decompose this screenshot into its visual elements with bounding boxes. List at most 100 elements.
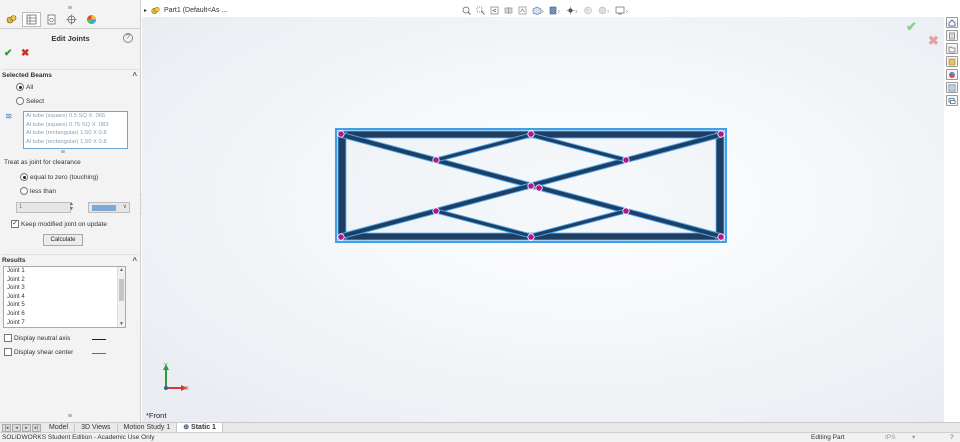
appearances-icon[interactable]	[946, 69, 958, 80]
scroll-thumb[interactable]	[119, 279, 124, 301]
results-list[interactable]: Joint 1 Joint 2 Joint 3 Joint 4 Joint 5 …	[3, 266, 126, 328]
display-style-icon[interactable]	[549, 6, 561, 15]
prev-tab-arrow-icon[interactable]: ◂	[12, 424, 21, 432]
radio-all-button[interactable]	[16, 83, 24, 91]
section-view-icon[interactable]	[504, 6, 513, 15]
display-manager-tab[interactable]	[82, 12, 101, 27]
joint-marker[interactable]	[337, 233, 345, 241]
help-button[interactable]: ?	[123, 33, 133, 43]
forum-icon[interactable]	[946, 95, 958, 106]
unit-system-selector[interactable]: IPS	[885, 433, 895, 442]
edit-appearance-icon[interactable]	[583, 6, 593, 15]
tab-static-1[interactable]: ⊕ Static 1	[177, 423, 223, 432]
apply-scene-icon[interactable]	[598, 6, 610, 15]
joint-marker[interactable]	[717, 233, 725, 241]
clearance-value-input[interactable]: 1	[16, 202, 71, 213]
joint-marker[interactable]	[432, 156, 440, 164]
radio-select[interactable]: Select	[16, 97, 44, 105]
selected-beams-header[interactable]: Selected Beams ^	[2, 69, 139, 80]
right-post-beam[interactable]	[715, 130, 725, 241]
collapse-chevron-icon[interactable]: ^	[132, 256, 137, 265]
joint-marker[interactable]	[337, 130, 345, 138]
shear-center-row[interactable]: Display shear center	[4, 348, 73, 356]
joint-marker[interactable]	[622, 156, 630, 164]
feature-tree-flyout[interactable]: ▸ Part1 (Default<As ...	[144, 6, 227, 15]
zoom-to-area-icon[interactable]	[476, 6, 485, 15]
neutral-axis-checkbox[interactable]	[4, 334, 12, 342]
zoom-to-fit-icon[interactable]	[462, 6, 471, 15]
joint-marker[interactable]	[717, 130, 725, 138]
left-post-beam[interactable]	[337, 130, 347, 241]
cancel-button[interactable]: ✖	[21, 48, 29, 59]
hide-show-items-icon[interactable]	[566, 6, 578, 15]
tab-model[interactable]: Model	[43, 423, 76, 432]
part-icon	[151, 6, 160, 15]
view-palette-icon[interactable]	[946, 56, 958, 67]
list-item[interactable]: Al tube (square) 0.75 SQ X .083	[24, 121, 127, 130]
neutral-axis-row[interactable]: Display neutral axis	[4, 334, 70, 342]
list-item[interactable]: Joint 4	[4, 293, 125, 302]
dynamic-annotation-icon[interactable]	[518, 6, 527, 15]
clearance-spinner[interactable]: ▲ ▼	[68, 202, 75, 213]
radio-equal-zero-button[interactable]	[20, 173, 28, 181]
radio-less-than-button[interactable]	[20, 187, 28, 195]
help-icon[interactable]: ?	[950, 433, 954, 442]
tab-3d-views[interactable]: 3D Views	[75, 423, 118, 432]
shear-center-checkbox[interactable]	[4, 348, 12, 356]
radio-less-than[interactable]: less than	[20, 187, 56, 195]
panel-resize-handle[interactable]	[68, 6, 72, 9]
selected-beams-list[interactable]: Al tube (square) 0.5 SQ X .065 Al tube (…	[23, 111, 128, 149]
radio-select-button[interactable]	[16, 97, 24, 105]
radio-equal-zero[interactable]: equal to zero (touching)	[20, 173, 98, 181]
previous-view-icon[interactable]	[490, 6, 499, 15]
confirm-cancel-icon[interactable]: ✖	[928, 33, 939, 49]
expand-arrow-icon[interactable]: ▸	[144, 7, 147, 14]
tab-motion-study-1[interactable]: Motion Study 1	[118, 423, 178, 432]
status-menu-arrow[interactable]: ▾	[912, 433, 915, 442]
list-item[interactable]: Joint 2	[4, 276, 125, 285]
list-item[interactable]: Joint 3	[4, 284, 125, 293]
resources-icon[interactable]	[946, 30, 958, 41]
last-tab-arrow-icon[interactable]: ▸|	[32, 424, 41, 432]
joint-marker[interactable]	[527, 182, 535, 190]
home-icon[interactable]	[946, 17, 958, 28]
panel-bottom-handle[interactable]	[68, 414, 72, 417]
scroll-down-icon[interactable]: ▼	[119, 321, 124, 327]
view-settings-icon[interactable]	[615, 6, 629, 15]
folder-icon[interactable]	[946, 43, 958, 54]
keep-modified-checkbox[interactable]: ✓	[11, 220, 19, 228]
truss-frame[interactable]	[335, 128, 727, 243]
panel-collapse-arrow[interactable]: ›	[140, 194, 145, 214]
list-item[interactable]: Joint 5	[4, 301, 125, 310]
confirm-ok-icon[interactable]: ✔	[906, 19, 917, 35]
unit-select[interactable]: ∨	[88, 202, 130, 213]
joint-marker[interactable]	[432, 207, 440, 215]
radio-all[interactable]: All	[16, 83, 33, 91]
joint-marker[interactable]	[527, 233, 535, 241]
joint-marker[interactable]	[622, 207, 630, 215]
calculate-button[interactable]: Calculate	[43, 234, 83, 246]
next-tab-arrow-icon[interactable]: ▸	[22, 424, 31, 432]
joint-marker[interactable]	[535, 184, 543, 192]
first-tab-arrow-icon[interactable]: |◂	[2, 424, 11, 432]
list-item[interactable]: Al tube (rectangular) 1.50 X 0.8	[24, 129, 127, 138]
configuration-manager-tab[interactable]	[42, 12, 61, 27]
ok-button[interactable]: ✔	[4, 48, 12, 59]
list-item[interactable]: Al tube (square) 0.5 SQ X .065	[24, 112, 127, 121]
list-item[interactable]: Al tube (rectangular) 1.50 X 0.8	[24, 138, 127, 147]
keep-modified-checkbox-row[interactable]: ✓ Keep modified joint on update	[11, 220, 107, 228]
custom-properties-icon[interactable]	[946, 82, 958, 93]
property-manager-tab[interactable]	[22, 12, 41, 27]
list-item[interactable]: Joint 7	[4, 319, 125, 327]
feature-manager-tab[interactable]	[2, 12, 21, 27]
list-item[interactable]: Joint 1	[4, 267, 125, 276]
list-item[interactable]: Joint 6	[4, 310, 125, 319]
joint-marker[interactable]	[527, 130, 535, 138]
dimxpert-manager-tab[interactable]	[62, 12, 81, 27]
results-scrollbar[interactable]: ▲ ▼	[117, 267, 125, 327]
view-orientation-icon[interactable]	[532, 6, 544, 15]
list-resize-handle[interactable]	[61, 150, 65, 153]
results-header[interactable]: Results ^	[2, 254, 139, 265]
scroll-up-icon[interactable]: ▲	[119, 267, 124, 273]
collapse-chevron-icon[interactable]: ^	[132, 71, 137, 80]
